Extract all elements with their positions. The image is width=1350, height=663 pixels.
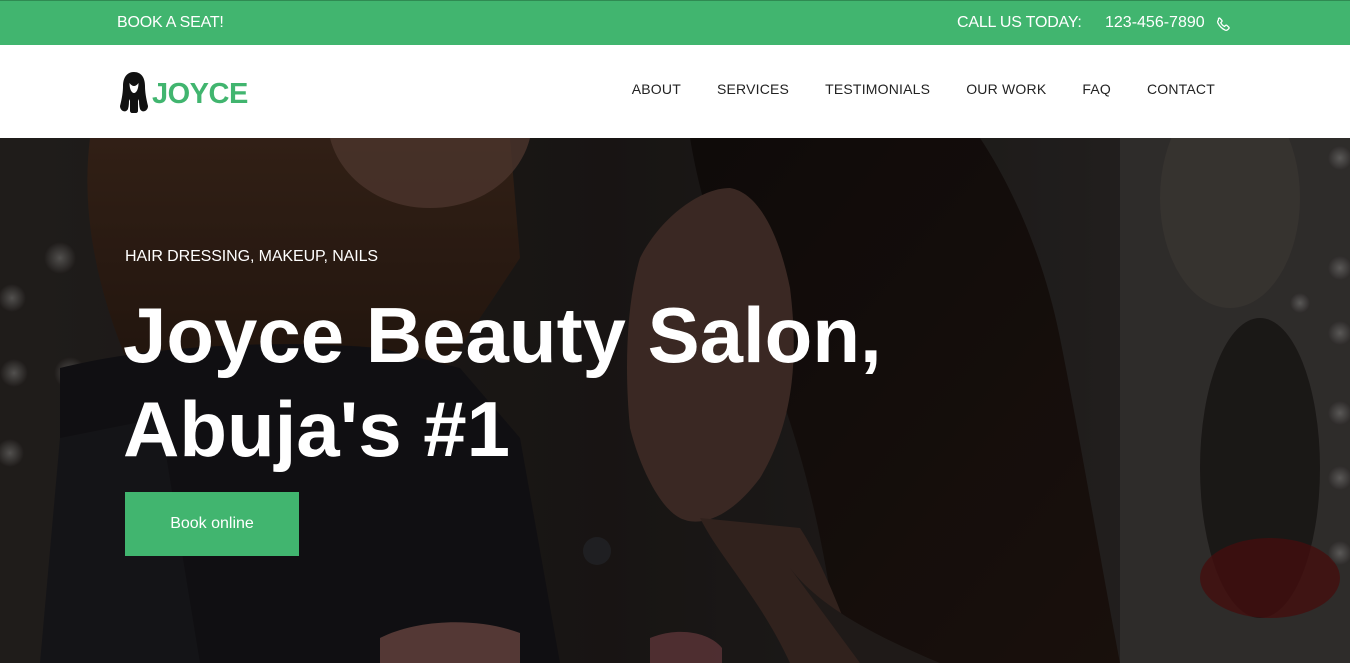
main-navbar: JOYCE ABOUT SERVICES TESTIMONIALS OUR WO… xyxy=(0,45,1350,138)
phone-icon[interactable] xyxy=(1215,16,1232,33)
nav-item-services[interactable]: SERVICES xyxy=(717,81,789,97)
phone-number-link[interactable]: 123-456-7890 xyxy=(1105,14,1205,32)
hero-title: Joyce Beauty Salon, Abuja's #1 xyxy=(123,288,1023,476)
call-us-label: CALL US TODAY: xyxy=(957,14,1082,31)
top-bar: BOOK A SEAT! CALL US TODAY: 123-456-7890 xyxy=(0,0,1350,45)
hero-section: HAIR DRESSING, MAKEUP, NAILS Joyce Beaut… xyxy=(0,138,1350,663)
hero-title-line1: Joyce Beauty Salon, xyxy=(123,291,882,379)
nav-item-faq[interactable]: FAQ xyxy=(1082,81,1111,97)
brand-name: JOYCE xyxy=(152,77,248,110)
nav-item-about[interactable]: ABOUT xyxy=(632,81,681,97)
primary-nav: ABOUT SERVICES TESTIMONIALS OUR WORK FAQ… xyxy=(596,81,1215,97)
woman-silhouette-icon xyxy=(120,72,148,113)
hero-tagline: HAIR DRESSING, MAKEUP, NAILS xyxy=(125,248,378,265)
brand-logo[interactable]: JOYCE xyxy=(120,71,248,113)
book-a-seat-link[interactable]: BOOK A SEAT! xyxy=(117,14,224,32)
book-online-button[interactable]: Book online xyxy=(125,492,299,556)
nav-item-testimonials[interactable]: TESTIMONIALS xyxy=(825,81,930,97)
hero-title-line2: Abuja's #1 xyxy=(123,385,511,473)
nav-item-our-work[interactable]: OUR WORK xyxy=(966,81,1046,97)
nav-item-contact[interactable]: CONTACT xyxy=(1147,81,1215,97)
